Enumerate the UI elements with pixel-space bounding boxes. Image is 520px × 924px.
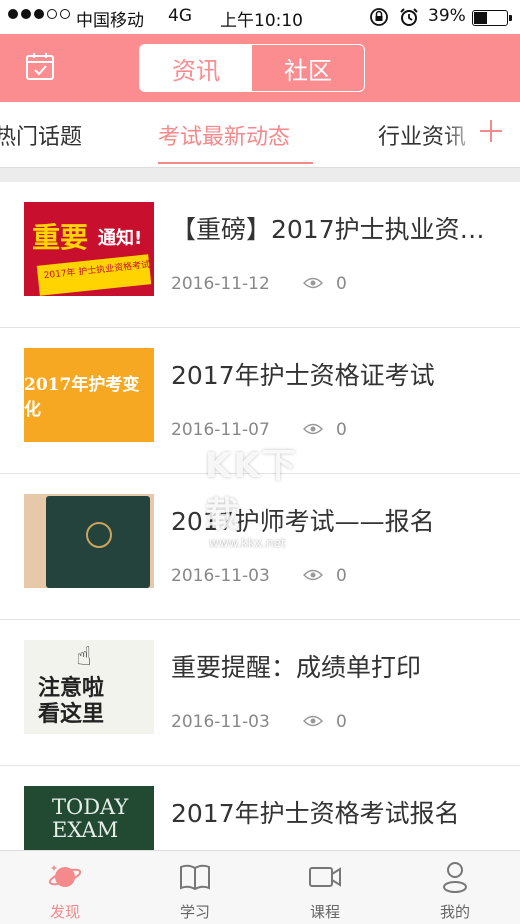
- tab-discover[interactable]: 发现: [0, 851, 130, 924]
- article-date: 2016-11-03: [171, 712, 270, 732]
- article-thumbnail: ☝ 注意啦 看这里: [24, 640, 154, 734]
- article-item[interactable]: 2017护师考试——报名 2016-11-03 0: [0, 474, 520, 620]
- video-icon: [309, 867, 341, 887]
- bottom-tab-bar: 发现 学习 课程 我的: [0, 850, 520, 924]
- book-icon: [180, 864, 210, 891]
- category-tab-bar: 热门话题 考试最新动态 行业资讯: [0, 102, 520, 168]
- eye-icon: [303, 569, 323, 581]
- tab-study[interactable]: 学习: [130, 851, 260, 924]
- segment-community[interactable]: 社区: [252, 45, 364, 91]
- status-bar: 中国移动 4G 上午10:10 39%: [0, 0, 520, 34]
- tab-scroll-fade: [444, 102, 480, 166]
- tab-mine[interactable]: 我的: [390, 851, 520, 924]
- view-count: 0: [336, 566, 347, 586]
- article-title[interactable]: 2017年护士资格证考试: [171, 356, 491, 392]
- article-thumbnail: [24, 494, 154, 588]
- network-type: 4G: [168, 6, 192, 26]
- eye-icon: [303, 277, 323, 289]
- segmented-control: 资讯 社区: [139, 44, 365, 92]
- article-date: 2016-11-12: [171, 274, 270, 294]
- article-thumbnail: TODAY EXAM: [24, 786, 154, 850]
- eye-icon: [303, 715, 323, 727]
- active-tab-indicator: [158, 162, 313, 164]
- view-count: 0: [336, 274, 347, 294]
- article-item[interactable]: TODAY EXAM 2017年护士资格考试报名: [0, 766, 520, 850]
- article-item[interactable]: ☝ 注意啦 看这里 重要提醒：成绩单打印 2016-11-03 0: [0, 620, 520, 766]
- battery-percentage: 39%: [428, 6, 466, 26]
- tab-courses[interactable]: 课程: [260, 851, 390, 924]
- pointing-hand-icon: ☝: [76, 642, 92, 672]
- battery-icon: [472, 10, 512, 26]
- tab-exam-news[interactable]: 考试最新动态: [158, 119, 290, 151]
- tab-label: 我的: [439, 903, 470, 921]
- carrier-name: 中国移动: [76, 11, 144, 31]
- alarm-icon: [400, 8, 418, 26]
- top-nav-bar: 资讯 社区: [0, 34, 520, 102]
- add-category-icon[interactable]: [478, 118, 504, 144]
- clock: 上午10:10: [220, 11, 303, 31]
- article-title[interactable]: 重要提醒：成绩单打印: [171, 648, 491, 684]
- segment-news[interactable]: 资讯: [140, 45, 252, 91]
- article-title[interactable]: 2017护师考试——报名: [171, 502, 491, 538]
- tab-label: 发现: [49, 903, 80, 921]
- tab-label: 课程: [309, 903, 340, 921]
- article-item[interactable]: 2017年护考变化 2017年护士资格证考试 2016-11-07 0: [0, 328, 520, 474]
- article-thumbnail: 2017年护考变化: [24, 348, 154, 442]
- article-title[interactable]: 【重磅】2017护士执业资格考试: [171, 210, 491, 246]
- article-date: 2016-11-03: [171, 566, 270, 586]
- section-divider: [0, 168, 520, 182]
- tab-hot-topics[interactable]: 热门话题: [0, 119, 82, 151]
- eye-icon: [303, 423, 323, 435]
- signal-strength-icon: [8, 9, 70, 19]
- calendar-check-icon[interactable]: [24, 50, 56, 82]
- view-count: 0: [336, 420, 347, 440]
- person-icon: [443, 862, 467, 893]
- view-count: 0: [336, 712, 347, 732]
- rotation-lock-icon: [370, 8, 388, 26]
- article-thumbnail: 重要 通知! 2017年 护士执业资格考试: [24, 202, 154, 296]
- article-list: 重要 通知! 2017年 护士执业资格考试 【重磅】2017护士执业资格考试 2…: [0, 182, 520, 850]
- article-date: 2016-11-07: [171, 420, 270, 440]
- tab-label: 学习: [179, 903, 210, 921]
- article-item[interactable]: 重要 通知! 2017年 护士执业资格考试 【重磅】2017护士执业资格考试 2…: [0, 182, 520, 328]
- article-title[interactable]: 2017年护士资格考试报名: [171, 794, 491, 830]
- planet-icon: [48, 865, 82, 887]
